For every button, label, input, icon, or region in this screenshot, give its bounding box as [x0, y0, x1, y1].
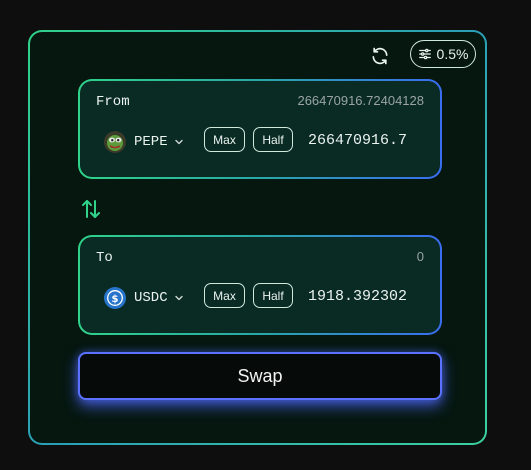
to-panel: To 0 $ USDC Max Half 1918.392302 — [78, 235, 442, 335]
sliders-icon — [418, 48, 431, 60]
to-balance: 0 — [416, 249, 424, 264]
chevron-down-icon — [174, 295, 183, 301]
from-half-button[interactable]: Half — [253, 127, 293, 152]
to-token-symbol: USDC — [134, 290, 168, 306]
svg-text:$: $ — [112, 294, 119, 305]
pepe-token-icon — [104, 131, 126, 153]
swap-button[interactable]: Swap — [78, 352, 442, 400]
arrows-up-down-icon — [82, 200, 100, 218]
swap-card-body: 0.5% From 266470916.72404128 PEPE Max Ha… — [30, 32, 485, 443]
switch-direction-button[interactable] — [80, 197, 102, 221]
chevron-down-icon — [174, 139, 183, 145]
slippage-value: 0.5% — [436, 46, 469, 62]
to-amount-input[interactable] — [305, 285, 430, 309]
refresh-icon — [372, 47, 388, 65]
from-label: From — [96, 94, 130, 110]
from-token-selector[interactable]: PEPE — [104, 131, 184, 153]
refresh-button[interactable] — [369, 45, 391, 67]
slippage-settings-button[interactable]: 0.5% — [410, 40, 476, 68]
swap-card: 0.5% From 266470916.72404128 PEPE Max Ha… — [28, 30, 487, 445]
to-max-button[interactable]: Max — [204, 283, 245, 308]
usdc-token-icon: $ — [104, 287, 126, 309]
from-amount-input[interactable] — [305, 129, 430, 153]
from-balance[interactable]: 266470916.72404128 — [297, 93, 424, 108]
from-max-button[interactable]: Max — [204, 127, 245, 152]
to-label: To — [96, 250, 113, 266]
from-token-symbol: PEPE — [134, 134, 168, 150]
to-token-selector[interactable]: $ USDC — [104, 287, 184, 309]
from-panel: From 266470916.72404128 PEPE Max Half 26… — [78, 79, 442, 179]
to-half-button[interactable]: Half — [253, 283, 293, 308]
